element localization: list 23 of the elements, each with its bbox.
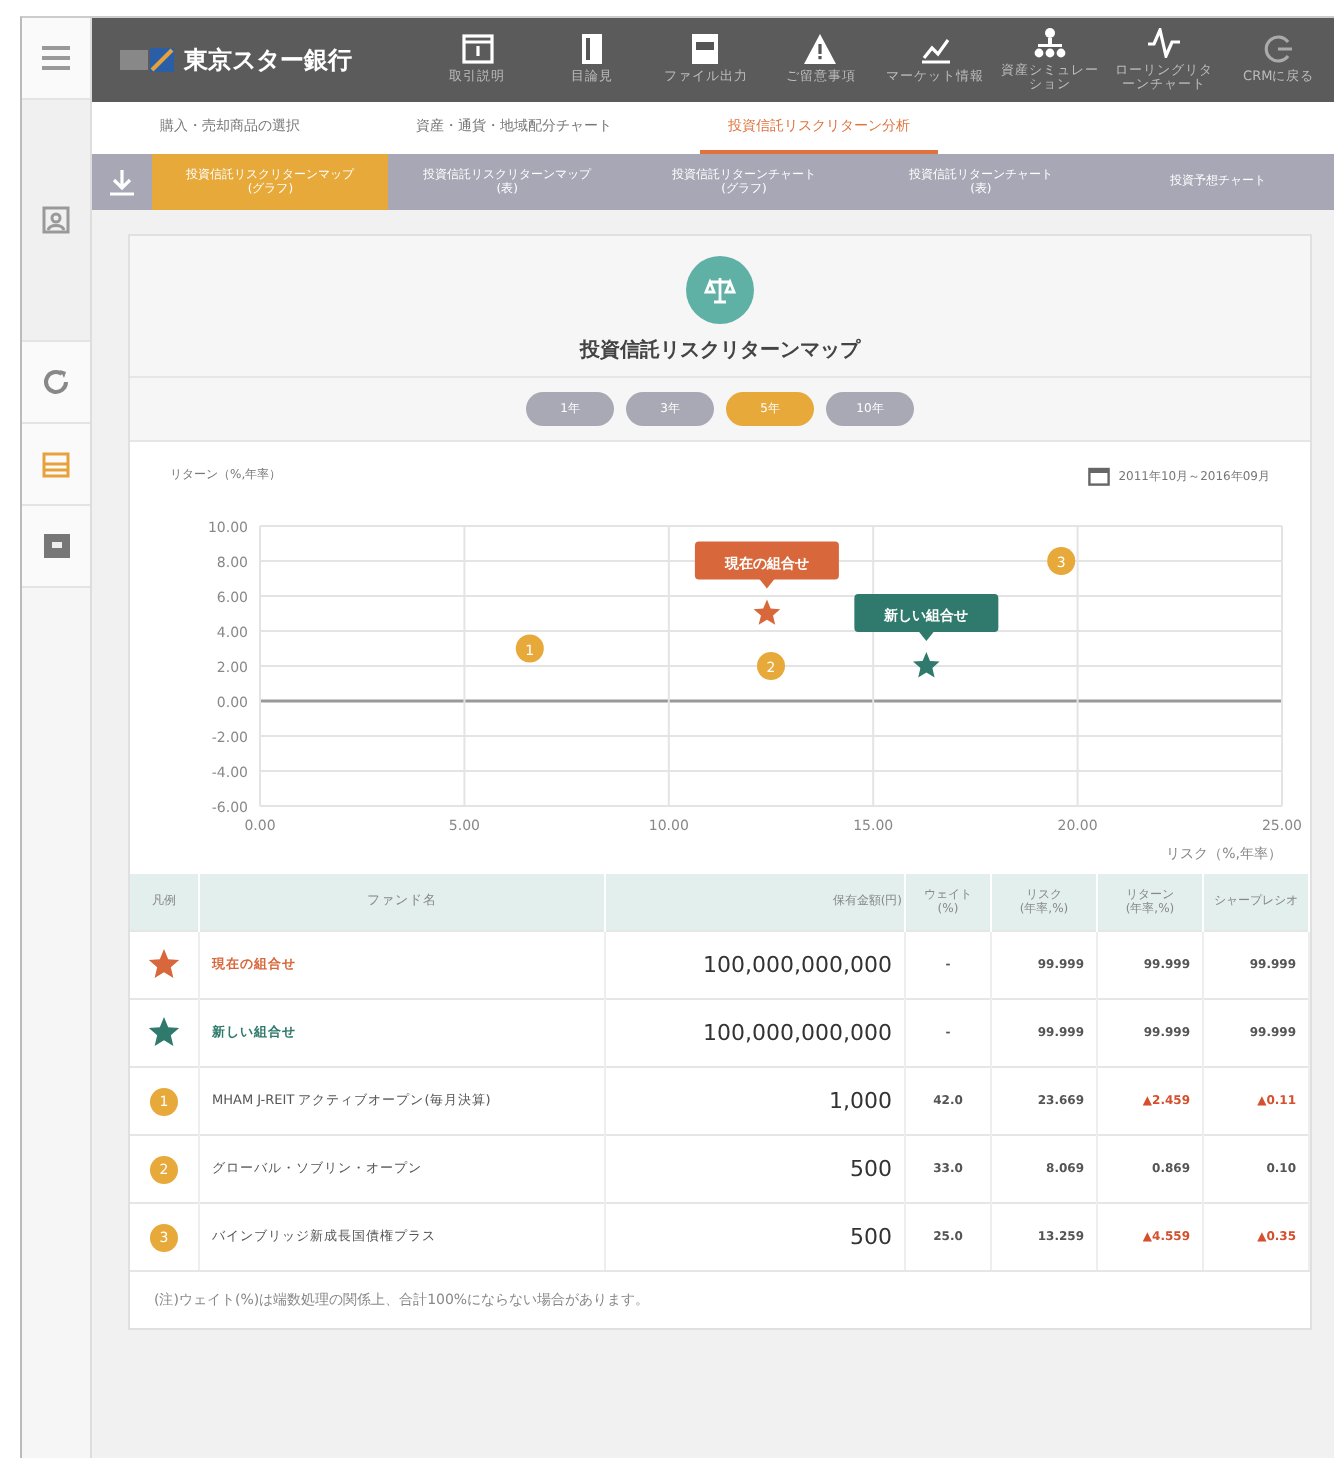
bank-logo-text: 東京スター銀行 (184, 43, 352, 77)
warning-icon (804, 34, 837, 65)
list-icon[interactable] (42, 451, 70, 477)
person-card-icon[interactable] (42, 206, 70, 234)
chart-icon (919, 34, 952, 65)
hierarchy-icon (1033, 27, 1066, 58)
calendar-icon (1088, 466, 1111, 486)
scale-icon (686, 256, 754, 324)
amount-cell: 500 (605, 1135, 905, 1203)
amount-cell: 100,000,000,000 (605, 931, 905, 999)
menu-icon[interactable] (42, 46, 70, 70)
download-icon (110, 169, 134, 195)
exit-icon (1262, 34, 1295, 65)
refresh-icon[interactable] (42, 368, 70, 396)
amount-cell: 1,000 (605, 1067, 905, 1135)
amount-cell: 500 (605, 1203, 905, 1270)
amount-cell: 100,000,000,000 (605, 999, 905, 1067)
box-icon[interactable] (43, 534, 69, 558)
chart-title: 投資信託リスクリターンマップ (580, 336, 860, 364)
pulse-icon (1148, 27, 1181, 58)
logo-icon (120, 46, 176, 74)
document-icon (690, 34, 723, 65)
window-icon (461, 34, 494, 65)
